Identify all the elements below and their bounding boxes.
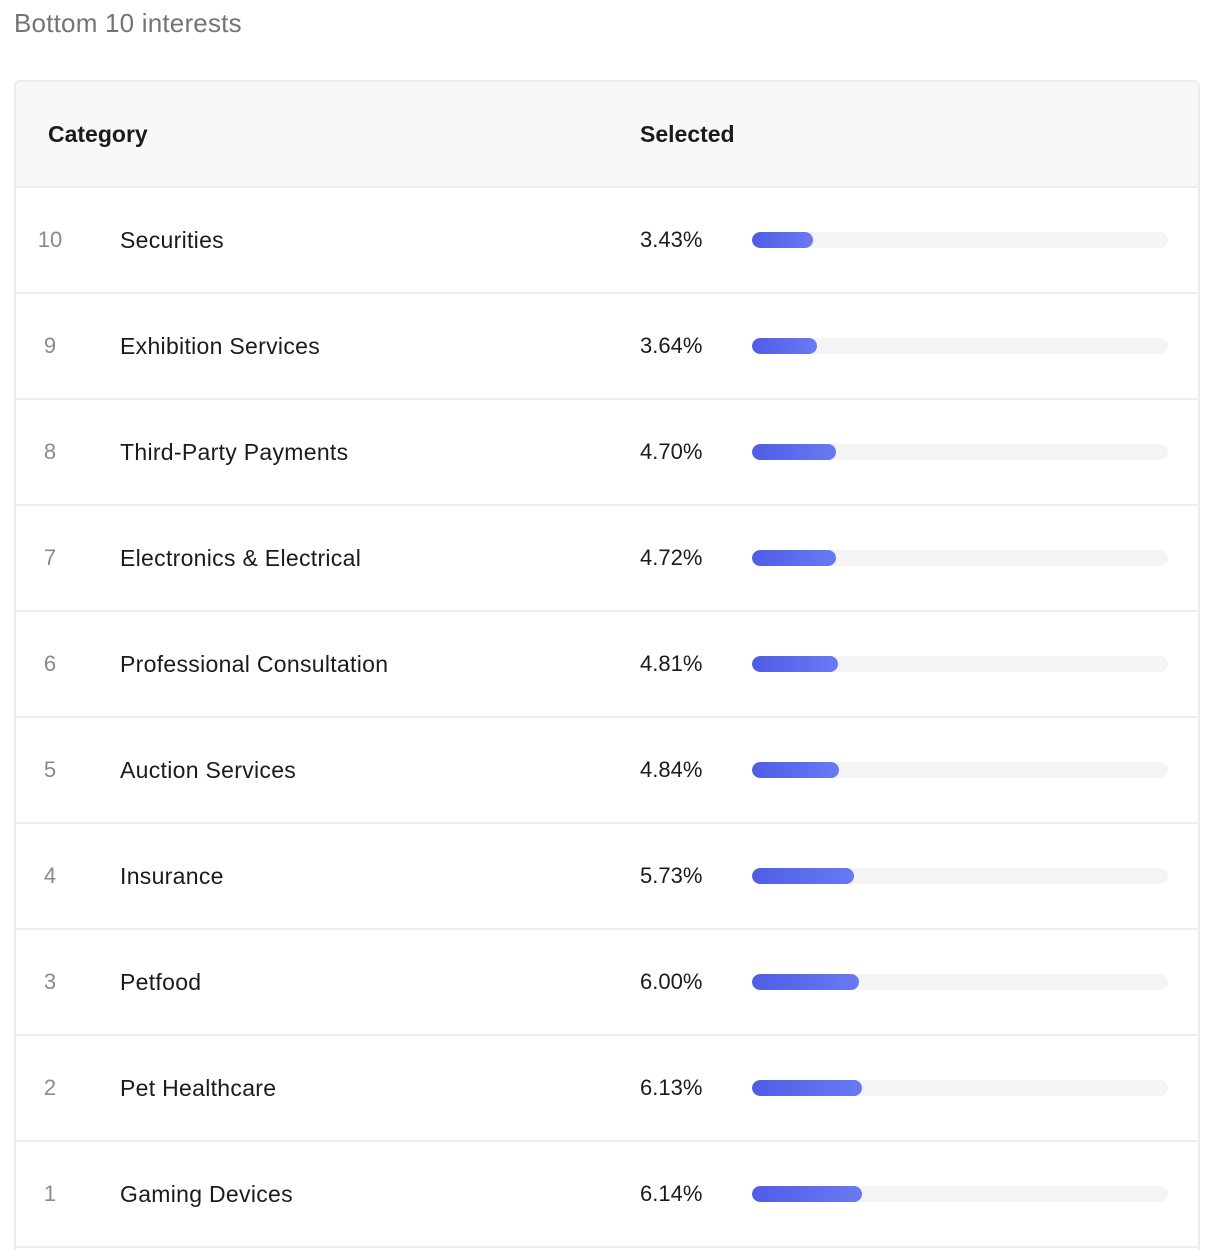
- rank-number: 2: [43, 1075, 57, 1100]
- table-row: 3 Petfood 6.00%: [16, 930, 1198, 1036]
- rank-number: 8: [43, 439, 57, 464]
- rank-number: 10: [37, 227, 63, 252]
- selected-percent: 6.14%: [640, 1181, 703, 1206]
- progress-track: [752, 444, 1168, 460]
- table-row: 4 Insurance 5.73%: [16, 824, 1198, 930]
- interests-table: Category Selected 10 Securities 3.43% 9 …: [14, 80, 1200, 1250]
- progress-fill: [752, 656, 839, 672]
- rank-number: 1: [43, 1181, 57, 1206]
- table-row: 2 Pet Healthcare 6.13%: [16, 1036, 1198, 1142]
- category-name: Gaming Devices: [120, 1181, 293, 1207]
- progress-track: [752, 550, 1168, 566]
- progress-track: [752, 1186, 1168, 1202]
- selected-percent: 3.43%: [640, 227, 703, 252]
- category-name: Exhibition Services: [120, 333, 321, 359]
- progress-track: [752, 868, 1168, 884]
- progress-track: [752, 656, 1168, 672]
- selected-percent: 6.00%: [640, 969, 703, 994]
- progress-fill: [752, 974, 860, 990]
- progress-fill: [752, 232, 814, 248]
- selected-percent: 4.81%: [640, 651, 703, 676]
- table-row: 7 Electronics & Electrical 4.72%: [16, 506, 1198, 612]
- column-header-category[interactable]: Category: [48, 82, 148, 186]
- table-row: 5 Auction Services 4.84%: [16, 718, 1198, 824]
- table-row: 1 Gaming Devices 6.14%: [16, 1142, 1198, 1248]
- selected-percent: 4.70%: [640, 439, 703, 464]
- category-name: Professional Consultation: [120, 651, 389, 677]
- progress-fill: [752, 762, 839, 778]
- section-title: Bottom 10 interests: [14, 8, 242, 38]
- selected-percent: 4.72%: [640, 545, 703, 570]
- progress-track: [752, 232, 1168, 248]
- rank-number: 6: [43, 651, 57, 676]
- category-name: Electronics & Electrical: [120, 545, 362, 571]
- rank-number: 5: [43, 757, 57, 782]
- selected-percent: 5.73%: [640, 863, 703, 888]
- category-name: Insurance: [120, 863, 224, 889]
- category-name: Securities: [120, 227, 224, 253]
- progress-fill: [752, 868, 855, 884]
- column-header-selected[interactable]: Selected: [640, 82, 735, 186]
- category-name: Auction Services: [120, 757, 297, 783]
- progress-fill: [752, 550, 837, 566]
- category-name: Third-Party Payments: [120, 439, 349, 465]
- progress-track: [752, 974, 1168, 990]
- rank-number: 7: [43, 545, 57, 570]
- progress-track: [752, 762, 1168, 778]
- category-name: Pet Healthcare: [120, 1075, 277, 1101]
- category-name: Petfood: [120, 969, 202, 995]
- selected-percent: 6.13%: [640, 1075, 703, 1100]
- selected-percent: 3.64%: [640, 333, 703, 358]
- table-row: 6 Professional Consultation 4.81%: [16, 612, 1198, 718]
- selected-percent: 4.84%: [640, 757, 703, 782]
- rank-number: 9: [43, 333, 57, 358]
- progress-track: [752, 1080, 1168, 1096]
- progress-fill: [752, 1080, 862, 1096]
- table-header: Category Selected: [16, 82, 1198, 188]
- progress-fill: [752, 338, 818, 354]
- progress-fill: [752, 1186, 862, 1202]
- table-row: 8 Third-Party Payments 4.70%: [16, 400, 1198, 506]
- progress-fill: [752, 444, 837, 460]
- table-row: 10 Securities 3.43%: [16, 188, 1198, 294]
- progress-track: [752, 338, 1168, 354]
- rank-number: 3: [43, 969, 57, 994]
- table-row: 9 Exhibition Services 3.64%: [16, 294, 1198, 400]
- rank-number: 4: [43, 863, 57, 888]
